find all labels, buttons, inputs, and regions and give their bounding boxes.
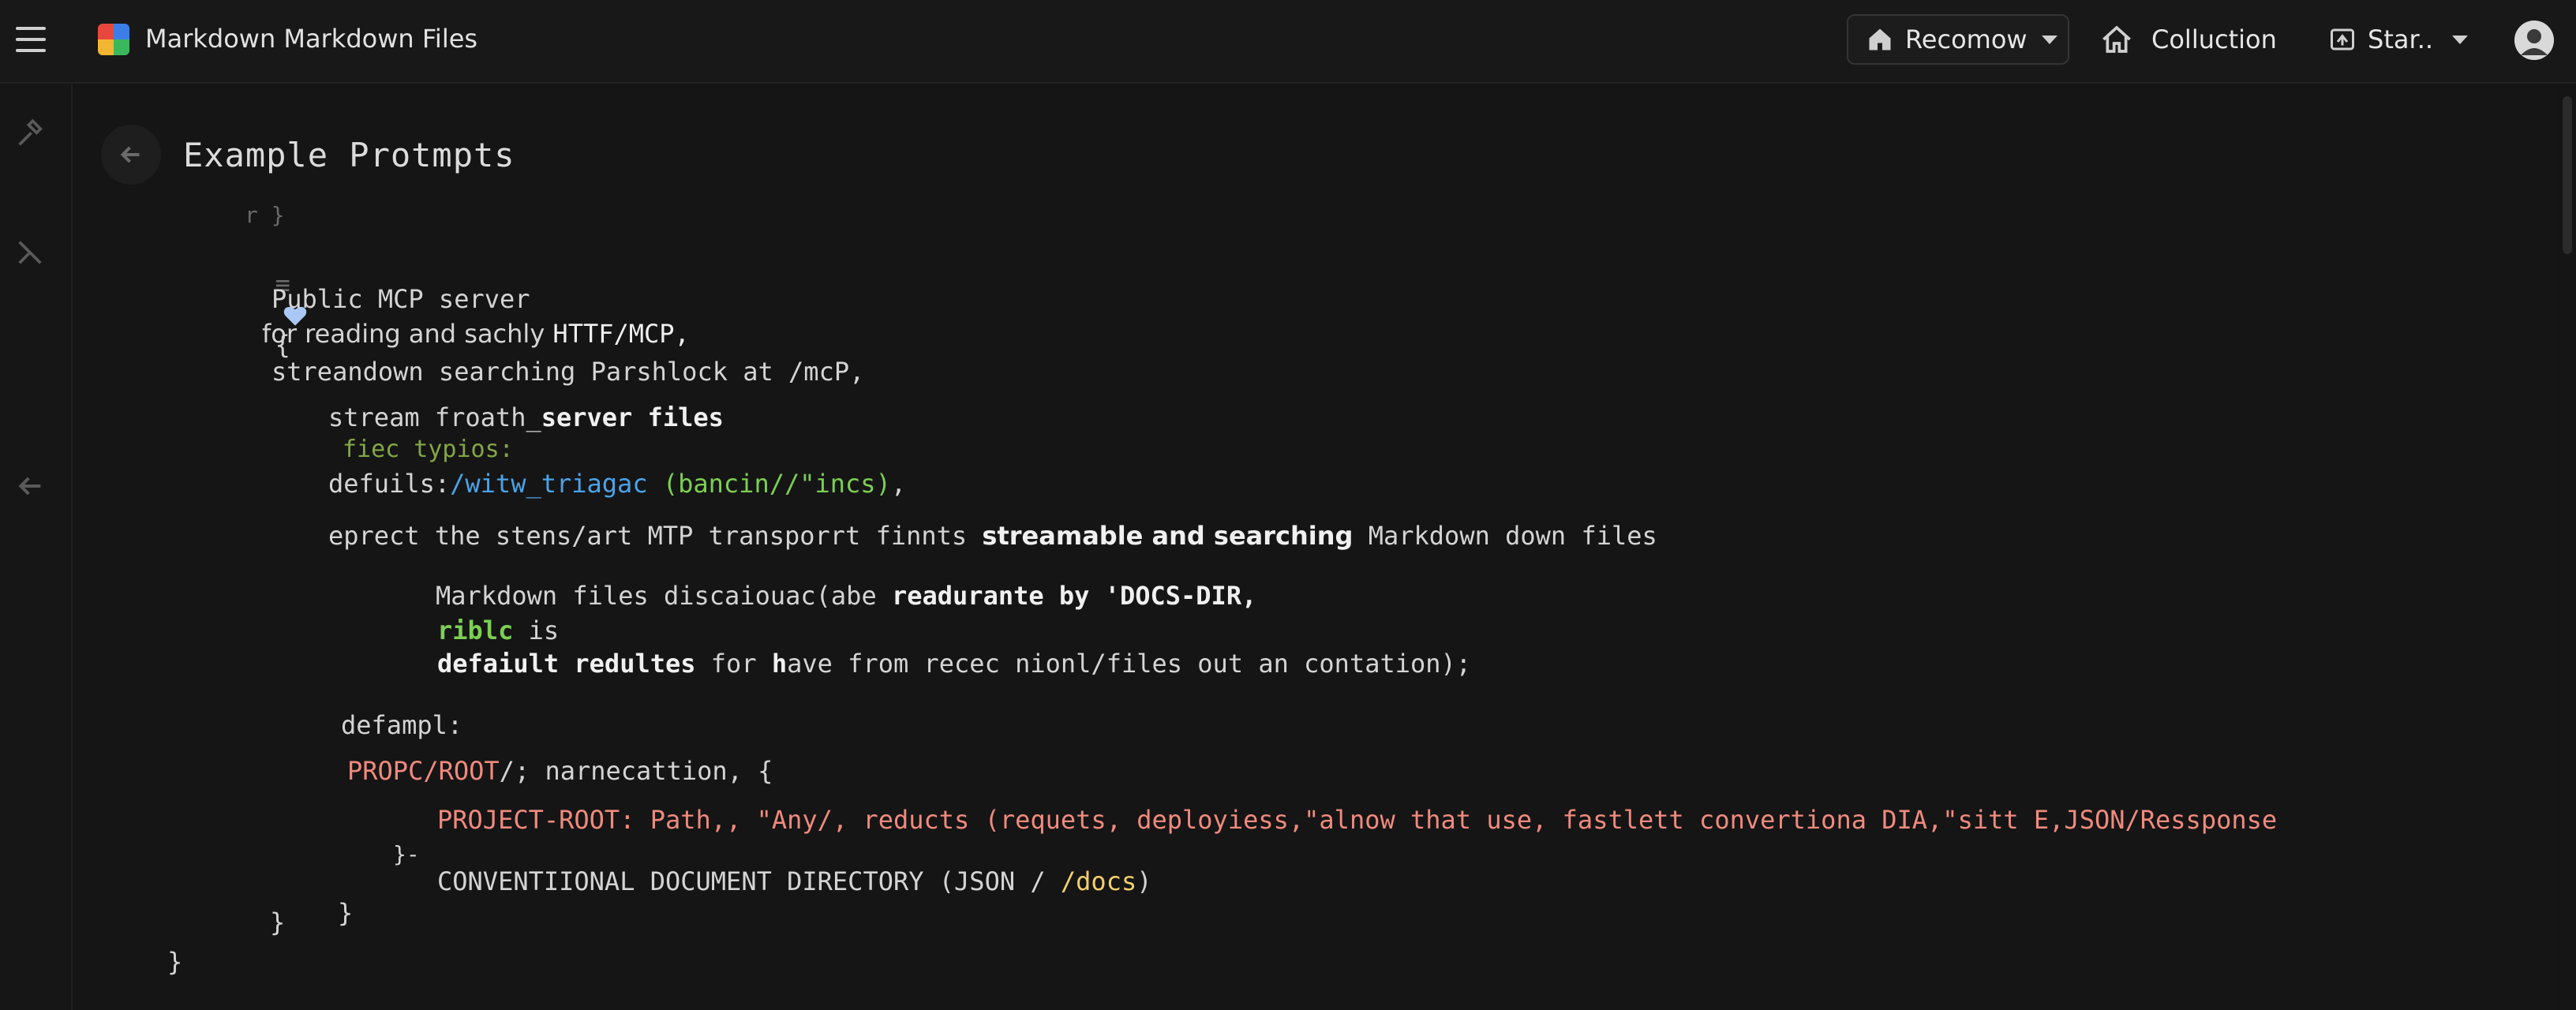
top-bar: Markdown Markdown Files Recomow Collucti… [0, 0, 2576, 84]
code-line-9-text: eprect the stens/art MTP transporrt finn… [328, 521, 983, 551]
collection-label: Colluction [2151, 24, 2277, 54]
code-line-12-lead: defaiult [437, 649, 575, 679]
code-line-7: fiec typios: [343, 436, 514, 463]
chevron-down-icon [2452, 35, 2469, 44]
hammer-icon[interactable] [14, 118, 46, 150]
code-line-17-path: /docs [1060, 866, 1137, 896]
code-line-8: defuils:/witw_triagac (bancin//"incs), [328, 469, 906, 499]
code-line-18b: } [338, 898, 354, 928]
code-line-17-close: ) [1136, 866, 1152, 896]
app-logo-icon [98, 24, 129, 55]
code-line-8-value: (bancin//"incs) [647, 469, 891, 499]
code-line-14-text: /; narnecattion, { [499, 756, 773, 786]
chevron-down-icon [2041, 35, 2057, 44]
vertical-scrollbar[interactable] [2559, 84, 2576, 1010]
code-line-3: Public MCP server [271, 284, 530, 314]
code-line-5: streandown searching Parshlock at /mcP, [271, 357, 865, 387]
recomow-label: Recomow [1905, 24, 2027, 54]
code-line-12-h: h [771, 649, 788, 679]
left-rail [0, 84, 73, 1010]
page-title: Example Protmpts [183, 136, 515, 174]
code-line-12-for: for [695, 649, 772, 679]
code-line-6-bold: server files [541, 402, 724, 432]
code-line-12-bold: redultes [574, 649, 696, 679]
code-line-10-bold: readurante by 'DOCS-DIR, [891, 581, 1257, 611]
home-icon [1869, 28, 1891, 50]
recomow-dropdown-button[interactable]: Recomow [1847, 14, 2069, 65]
collection-button[interactable]: Colluction [2101, 14, 2277, 65]
code-line-16: }- [393, 841, 420, 867]
tools-icon[interactable] [14, 237, 46, 268]
code-line-1: r } [245, 202, 285, 228]
code-line-14-key: PROPC/ROOT [347, 756, 500, 786]
code-line-17: CONVENTIIONAL DOCUMENT DIRECTORY (JSON /… [437, 866, 1151, 896]
code-line-6-text: stream froath_ [328, 402, 541, 432]
user-avatar[interactable] [2514, 21, 2554, 60]
code-line-4: for reading and sachly HTTF/MCP, [262, 319, 690, 349]
code-line-17-text: CONVENTIIONAL DOCUMENT DIRECTORY (JSON / [437, 866, 1061, 896]
app-title: Markdown Markdown Files [145, 24, 478, 54]
code-line-13: defampl: [341, 710, 463, 740]
code-line-4-text: for reading and sachly [262, 319, 553, 349]
arrow-left-icon [120, 146, 140, 163]
code-line-12: defaiult redultes for have from recec ni… [437, 649, 1471, 679]
code-line-11-text: is [513, 615, 560, 645]
code-line-19: } [167, 947, 183, 977]
code-line-11: riblc is [437, 615, 559, 645]
scrollbar-thumb[interactable] [2563, 96, 2572, 254]
back-button[interactable] [101, 125, 161, 185]
star-label: Star.. [2368, 24, 2434, 54]
code-line-10: Markdown files discaiouac(abe readurante… [436, 581, 1256, 611]
code-line-6: stream froath_server files [328, 402, 724, 432]
code-line-12-tail: ave from recec nionl/files out an contat… [787, 649, 1472, 679]
code-line-8-comma: , [890, 469, 907, 499]
code-line-9: eprect the stens/art MTP transporrt finn… [328, 521, 1657, 551]
home-icon [2102, 25, 2131, 53]
starred-box-icon [2331, 28, 2354, 50]
code-line-10-text: Markdown files discaiouac(abe [436, 581, 892, 611]
code-line-8-key: defuils: [328, 469, 451, 499]
code-line-11-keyword: riblc [437, 615, 514, 645]
code-line-4-bold: HTTF/MCP, [552, 319, 690, 349]
code-line-18a: } [270, 907, 286, 937]
code-line-9-bold: streamable and searching [982, 521, 1354, 551]
code-line-14: PROPC/ROOT/; narnecattion, { [347, 756, 773, 786]
hamburger-menu-icon[interactable] [16, 27, 46, 54]
code-line-15: PROJECT-ROOT: Path,, "Any/, reducts (req… [437, 805, 2278, 835]
arrow-left-icon[interactable] [14, 470, 46, 502]
code-line-9-tail: Markdown down files [1353, 521, 1657, 551]
star-dropdown-button[interactable]: Star.. [2328, 14, 2469, 65]
code-line-8-path: /witw_triagac [450, 469, 648, 499]
